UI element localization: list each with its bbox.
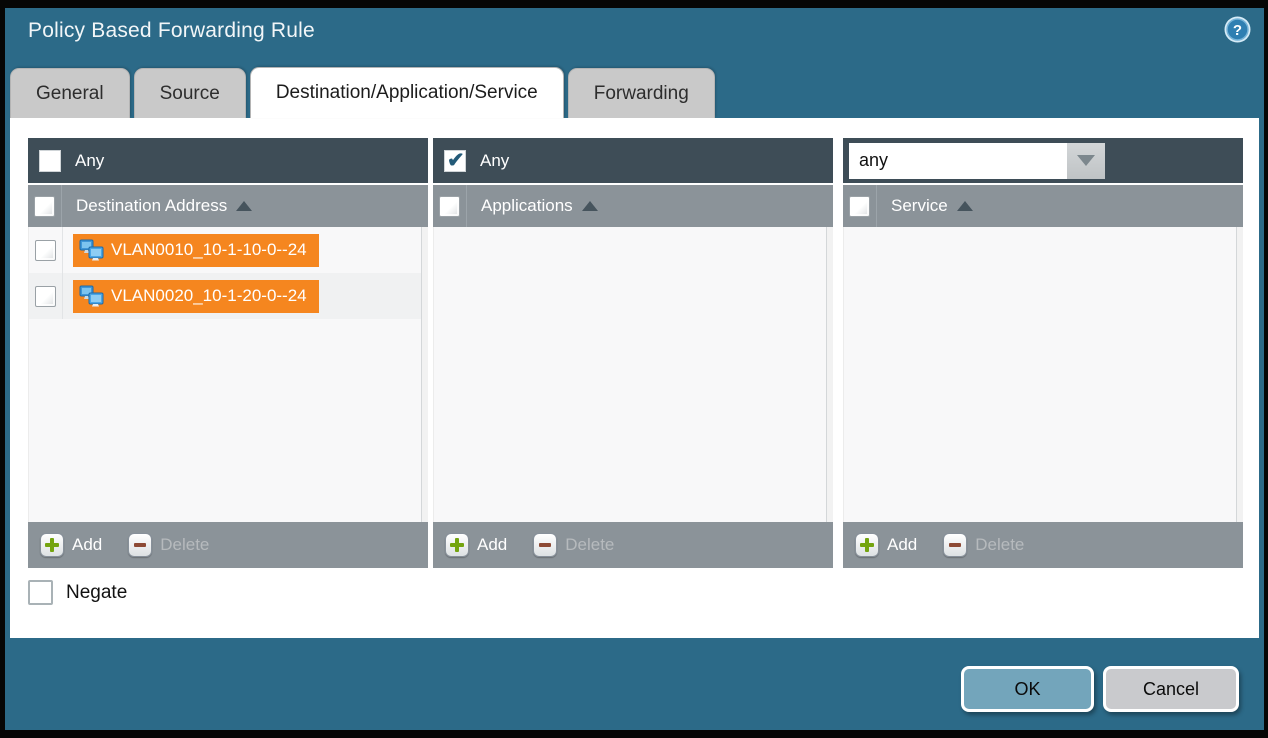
scrollbar-track[interactable]: [421, 227, 428, 522]
sort-ascending-icon: [582, 201, 598, 211]
help-icon[interactable]: ?: [1223, 15, 1252, 44]
plus-icon: [855, 533, 879, 557]
sort-ascending-icon: [957, 201, 973, 211]
address-object-chip[interactable]: VLAN0020_10-1-20-0--24: [73, 280, 319, 313]
applications-select-all-checkbox[interactable]: [439, 196, 460, 217]
service-column: any Service Add: [843, 138, 1243, 568]
scrollbar-track[interactable]: [826, 227, 833, 522]
table-row[interactable]: VLAN0020_10-1-20-0--24: [29, 273, 421, 319]
svg-text:?: ?: [1233, 22, 1242, 39]
row-checkbox[interactable]: [35, 286, 56, 307]
table-row[interactable]: VLAN0010_10-1-10-0--24: [29, 227, 421, 273]
tab-bar: General Source Destination/Application/S…: [10, 68, 715, 118]
service-dropdown-button[interactable]: [1067, 143, 1105, 179]
destination-address-list: VLAN0010_10-1-10-0--24: [28, 227, 428, 522]
applications-column: Any Applications Add Dele: [433, 138, 833, 568]
tab-general[interactable]: General: [10, 68, 130, 118]
applications-column-header[interactable]: Applications: [481, 196, 598, 216]
plus-icon: [40, 533, 64, 557]
service-dropdown-bar: any: [843, 138, 1243, 183]
destination-address-header-row: Destination Address: [28, 185, 428, 227]
tab-source[interactable]: Source: [134, 68, 246, 118]
scrollbar-track[interactable]: [1236, 227, 1243, 522]
destination-address-column: Any Destination Address: [28, 138, 428, 568]
destination-footer-bar: Add Delete: [28, 522, 428, 568]
service-column-header[interactable]: Service: [891, 196, 973, 216]
tab-destination-application-service[interactable]: Destination/Application/Service: [250, 67, 564, 118]
address-object-chip[interactable]: VLAN0010_10-1-10-0--24: [73, 234, 319, 267]
minus-icon: [533, 533, 557, 557]
plus-icon: [445, 533, 469, 557]
negate-row: Negate: [28, 580, 127, 605]
service-header-row: Service: [843, 185, 1243, 227]
applications-list: [433, 227, 833, 522]
tab-content-panel: Any Destination Address: [10, 118, 1259, 638]
network-address-icon: [79, 239, 104, 261]
minus-icon: [128, 533, 152, 557]
applications-any-checkbox[interactable]: [444, 150, 466, 172]
network-address-icon: [79, 285, 104, 307]
destination-any-label: Any: [75, 151, 104, 171]
address-object-label: VLAN0010_10-1-10-0--24: [111, 240, 307, 260]
delete-button[interactable]: Delete: [128, 533, 209, 557]
service-select-all-checkbox[interactable]: [849, 196, 870, 217]
delete-button[interactable]: Delete: [533, 533, 614, 557]
delete-button[interactable]: Delete: [943, 533, 1024, 557]
add-button[interactable]: Add: [445, 533, 507, 557]
applications-footer-bar: Add Delete: [433, 522, 833, 568]
negate-label: Negate: [66, 582, 127, 604]
add-button[interactable]: Add: [855, 533, 917, 557]
tab-forwarding[interactable]: Forwarding: [568, 68, 715, 118]
address-object-label: VLAN0020_10-1-20-0--24: [111, 286, 307, 306]
dialog-title: Policy Based Forwarding Rule: [28, 19, 315, 43]
destination-select-all-checkbox[interactable]: [34, 196, 55, 217]
service-list: [843, 227, 1243, 522]
ok-button[interactable]: OK: [961, 666, 1094, 712]
sort-ascending-icon: [236, 201, 252, 211]
applications-header-row: Applications: [433, 185, 833, 227]
minus-icon: [943, 533, 967, 557]
destination-address-column-header[interactable]: Destination Address: [76, 196, 252, 216]
destination-any-checkbox[interactable]: [39, 150, 61, 172]
policy-based-forwarding-dialog: Policy Based Forwarding Rule ? General S…: [5, 8, 1264, 730]
add-button[interactable]: Add: [40, 533, 102, 557]
service-dropdown-value[interactable]: any: [849, 143, 1067, 179]
cancel-button[interactable]: Cancel: [1103, 666, 1239, 712]
applications-any-label: Any: [480, 151, 509, 171]
applications-any-bar: Any: [433, 138, 833, 183]
negate-checkbox[interactable]: [28, 580, 53, 605]
service-dropdown[interactable]: any: [849, 143, 1105, 179]
destination-any-bar: Any: [28, 138, 428, 183]
row-checkbox[interactable]: [35, 240, 56, 261]
service-footer-bar: Add Delete: [843, 522, 1243, 568]
chevron-down-icon: [1077, 155, 1095, 166]
